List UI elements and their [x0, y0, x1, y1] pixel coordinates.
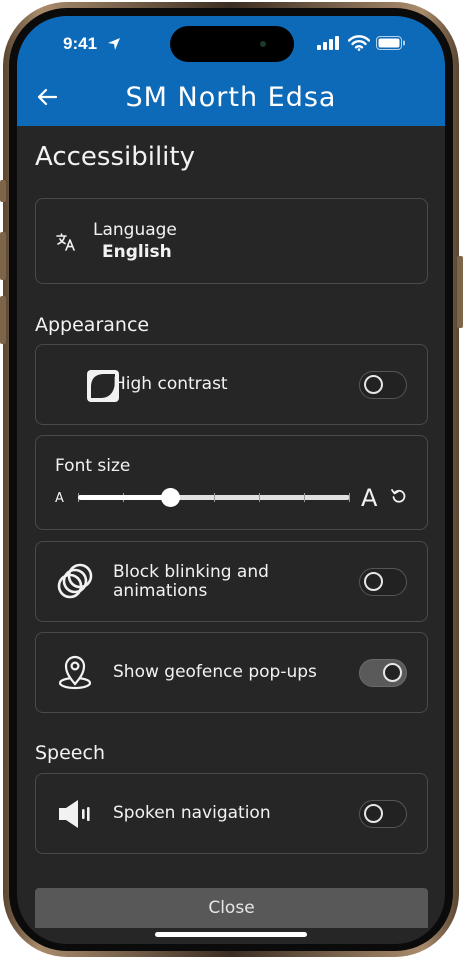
font-size-card: Font size A A — [35, 435, 428, 530]
battery-icon — [376, 36, 405, 50]
location-arrow-icon — [108, 38, 120, 50]
header-title: SM North Edsa — [125, 82, 337, 113]
signal-icon — [317, 36, 339, 50]
font-large-glyph: A — [361, 484, 378, 512]
spoken-navigation-card: Spoken navigation — [35, 773, 428, 854]
font-size-label: Font size — [55, 456, 131, 476]
language-label: Language — [93, 220, 177, 240]
close-button[interactable]: Close — [35, 888, 428, 928]
font-small-glyph: A — [55, 491, 64, 506]
dynamic-island — [170, 26, 294, 62]
geofence-label: Show geofence pop-ups — [113, 662, 317, 682]
reset-icon[interactable] — [391, 488, 407, 504]
side-button — [0, 296, 6, 344]
slider-fill — [78, 495, 170, 500]
toggle-knob — [364, 375, 383, 394]
speaker-icon — [59, 800, 90, 828]
geofence-toggle[interactable] — [359, 659, 407, 687]
geofence-card: Show geofence pop-ups — [35, 632, 428, 713]
spoken-navigation-label: Spoken navigation — [113, 803, 271, 823]
translate-icon — [56, 233, 75, 251]
app-header: 9:41 SM North Edsa — [17, 16, 445, 126]
wifi-icon — [348, 35, 370, 51]
page-title: Accessibility — [35, 142, 195, 172]
slider-thumb[interactable] — [161, 488, 180, 507]
language-value: English — [102, 242, 172, 262]
rings-icon — [57, 563, 93, 599]
block-blinking-label-line2: animations — [113, 581, 208, 601]
block-blinking-card: Block blinking and animations — [35, 541, 428, 622]
toggle-knob — [364, 804, 383, 823]
slider-tick — [259, 493, 260, 502]
geofence-pin-icon — [58, 655, 92, 690]
side-button — [0, 232, 6, 280]
language-card[interactable]: Language English — [35, 198, 428, 284]
side-button — [457, 256, 463, 328]
section-appearance: Appearance — [35, 314, 150, 336]
block-blinking-label-line1: Block blinking and — [113, 562, 269, 582]
block-blinking-toggle[interactable] — [359, 568, 407, 596]
home-indicator — [155, 932, 307, 937]
section-speech: Speech — [35, 742, 105, 764]
camera-dot — [260, 41, 266, 47]
slider-tick — [304, 493, 305, 502]
slider-tick — [214, 493, 215, 502]
spoken-navigation-toggle[interactable] — [359, 800, 407, 828]
high-contrast-card: High contrast — [35, 344, 428, 425]
high-contrast-label: High contrast — [113, 374, 228, 394]
status-time: 9:41 — [63, 34, 98, 53]
slider-tick — [349, 493, 350, 502]
toggle-knob — [364, 572, 383, 591]
toggle-knob — [383, 663, 402, 682]
side-button — [0, 180, 6, 202]
high-contrast-toggle[interactable] — [359, 371, 407, 399]
font-size-slider[interactable] — [78, 488, 350, 507]
screen: 9:41 SM North Edsa Accessibility Languag… — [17, 16, 445, 944]
